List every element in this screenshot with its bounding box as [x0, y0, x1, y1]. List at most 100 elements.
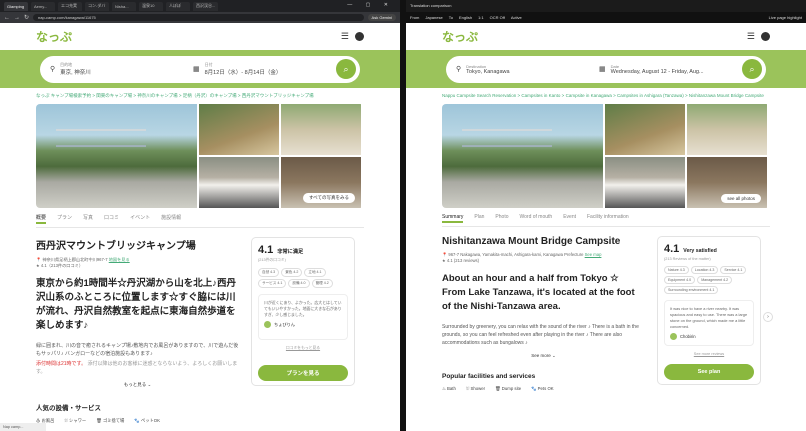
tab-event[interactable]: イベント	[130, 214, 150, 224]
tab-summary[interactable]: 概要	[36, 214, 47, 224]
translation-toolbar: From Japanese To English 1:1 OCR Off Act…	[406, 12, 806, 23]
address: 神奈川県足柄上郡山北町中川967-7	[42, 257, 108, 262]
menu-icon[interactable]: ☰	[747, 31, 755, 42]
browser-tab[interactable]: Glamping	[4, 1, 28, 11]
see-plan-button[interactable]: See plan	[664, 364, 754, 380]
photo-thumb[interactable]	[605, 104, 685, 155]
destination-value: Tokyo, Kanagawa	[466, 68, 510, 75]
site-logo[interactable]: なっぷ	[442, 28, 478, 45]
breadcrumb-text[interactable]: Nappu Campsite Search Reservation > Camp…	[442, 93, 764, 98]
to-select[interactable]: English	[459, 15, 472, 20]
photo-thumb[interactable]: see all photos	[687, 157, 767, 208]
breadcrumb-text[interactable]: なっぷ キャンプ場検索予約 > 関東のキャンプ場 > 神奈川のキャンプ場 > 足…	[36, 93, 314, 98]
destination-field[interactable]: ⚲ 目的地 東京, 神奈川	[50, 62, 193, 76]
tab-event[interactable]: Event	[563, 214, 576, 223]
main-photo[interactable]	[442, 104, 603, 208]
ask-gemini-button[interactable]: Ask Gemini	[367, 14, 396, 21]
back-icon[interactable]: ←	[4, 15, 10, 21]
tab-facility[interactable]: 施設情報	[161, 214, 181, 224]
photo-thumb[interactable]	[199, 104, 279, 155]
see-more-reviews-link[interactable]: 口コミをもっと見る	[258, 346, 348, 351]
campsite-title: Nishitanzawa Mount Bridge Campsite	[442, 236, 621, 247]
browser-tab[interactable]: Nisha...	[112, 1, 136, 11]
rating-chip: Location 4.3	[690, 266, 719, 274]
rating-label: 非常に満足	[277, 249, 304, 255]
see-more-reviews-link[interactable]: See more reviews	[664, 352, 754, 356]
browser-tab[interactable]: エコ充実	[58, 1, 82, 11]
account-icon[interactable]	[355, 32, 364, 41]
see-more-button[interactable]: See more ⌄	[442, 353, 645, 359]
jp-page: なっぷ ☰ ⚲ 目的地 東京, 神奈川 ▦ 日付 8月12日（水）- 8月14日（金…	[0, 23, 400, 431]
ocr-toggle[interactable]: OCR Off	[490, 15, 505, 20]
rating-chip: サービス 4.1	[258, 279, 287, 288]
location-pin-icon: ⚲	[456, 66, 462, 73]
forward-icon[interactable]: →	[14, 15, 20, 21]
facility-item: 🐾 Pets OK	[531, 386, 554, 391]
window-controls[interactable]: — ▢ ✕	[347, 2, 394, 8]
ratio-toggle[interactable]: 1:1	[478, 15, 484, 20]
live-highlight-label[interactable]: Live page highlight	[769, 15, 802, 20]
calendar-icon: ▦	[599, 66, 606, 73]
all-photos-button[interactable]: see all photos	[721, 194, 761, 203]
from-label: From	[410, 15, 420, 20]
photo-thumb[interactable]	[687, 104, 767, 155]
tab-photo[interactable]: 写真	[83, 214, 93, 224]
from-select[interactable]: Japanese	[425, 15, 442, 20]
date-field[interactable]: ▦ 日付 8月12日（水）- 8月14日（金）	[193, 62, 336, 76]
breadcrumb[interactable]: Nappu Campsite Search Reservation > Camp…	[406, 88, 806, 103]
reviewer-name: Chobirin	[680, 333, 696, 339]
search-button[interactable]: ⌕	[336, 59, 356, 79]
tab-plan[interactable]: Plan	[474, 214, 484, 223]
browser-tab[interactable]: 温泉10	[139, 1, 163, 11]
tab-reviews[interactable]: Word of mouth	[520, 214, 553, 223]
photo-thumb[interactable]	[605, 157, 685, 208]
site-logo[interactable]: なっぷ	[36, 28, 72, 45]
photo-thumb[interactable]: すべての写真をみる	[281, 157, 361, 208]
tab-reviews[interactable]: 口コミ	[104, 214, 119, 224]
browser-tab[interactable]: 人ぼぼ	[166, 1, 190, 11]
breadcrumb[interactable]: なっぷ キャンプ場検索予約 > 関東のキャンプ場 > 神奈川のキャンプ場 > 足…	[0, 88, 400, 103]
date-field[interactable]: ▦ Date Wednesday, August 12 - Friday, Aug…	[599, 64, 742, 75]
menu-icon[interactable]: ☰	[341, 31, 349, 42]
next-arrow-icon[interactable]: ›	[763, 312, 773, 322]
review-text: It was nice to have a river nearby. It w…	[670, 306, 748, 329]
address-bar[interactable]: nap-camp.com/kanagawa/11675	[33, 14, 364, 21]
see-more-button[interactable]: もっと見る ⌄	[36, 382, 239, 388]
review-snippet[interactable]: 川が近くにあり、よかった。広大とはしていてもいいやすかった。地面に大きな石があり…	[258, 294, 348, 340]
bridge-shape	[462, 129, 552, 147]
description: 緑に囲まれ、川の音で癒されるキャンプ場♪敷地内でお風呂がありますので、川で遊んだ…	[36, 343, 239, 357]
active-toggle[interactable]: Active	[511, 15, 522, 20]
tab-summary[interactable]: Summary	[442, 214, 464, 223]
main-photo[interactable]	[36, 104, 197, 208]
photo-thumb[interactable]	[199, 157, 279, 208]
rating-chip: 自然 4.3	[258, 268, 280, 277]
rating-chip: Management 4.2	[697, 276, 733, 284]
rating-summary[interactable]: 4.1 (213 reviews)	[447, 258, 479, 263]
destination-field[interactable]: ⚲ Destination Tokyo, Kanagawa	[456, 64, 599, 75]
see-more-label: もっと見る	[123, 382, 147, 387]
map-link[interactable]: See map	[585, 252, 602, 257]
photo-thumb[interactable]	[281, 104, 361, 155]
tab-photo[interactable]: Photo	[495, 214, 508, 223]
browser-tab[interactable]: Aemy...	[31, 1, 55, 11]
browser-tab[interactable]: 西沢渓谷...	[193, 1, 219, 11]
search-button[interactable]: ⌕	[742, 59, 762, 79]
reload-icon[interactable]: ↻	[24, 14, 29, 21]
destination-value: 東京, 神奈川	[60, 70, 91, 76]
date-value: Wednesday, August 12 - Friday, Aug...	[610, 68, 704, 75]
facility-item: 🗑 ゴミ捨て場	[96, 418, 125, 423]
tab-plan[interactable]: プラン	[57, 214, 72, 224]
location-pin-icon: ⚲	[50, 66, 56, 73]
browser-tab[interactable]: コン-ダバ	[85, 1, 109, 11]
map-link[interactable]: 地図を見る	[109, 257, 130, 262]
facility-item: ⛆ Shower	[465, 386, 486, 391]
all-photos-button[interactable]: すべての写真をみる	[302, 193, 355, 203]
facilities-list: ♨ お風呂 ⛆ シャワー 🗑 ゴミ捨て場 🐾 ペットOK	[36, 418, 239, 424]
photo-gallery[interactable]: see all photos	[442, 104, 770, 208]
photo-gallery[interactable]: すべての写真をみる	[36, 104, 364, 208]
account-icon[interactable]	[761, 32, 770, 41]
see-plan-button[interactable]: プランを見る	[258, 365, 348, 381]
rating-summary[interactable]: 4.1（213件の口コミ）	[41, 263, 83, 268]
tab-facility[interactable]: Facility information	[587, 214, 629, 223]
review-snippet[interactable]: It was nice to have a river nearby. It w…	[664, 300, 754, 346]
